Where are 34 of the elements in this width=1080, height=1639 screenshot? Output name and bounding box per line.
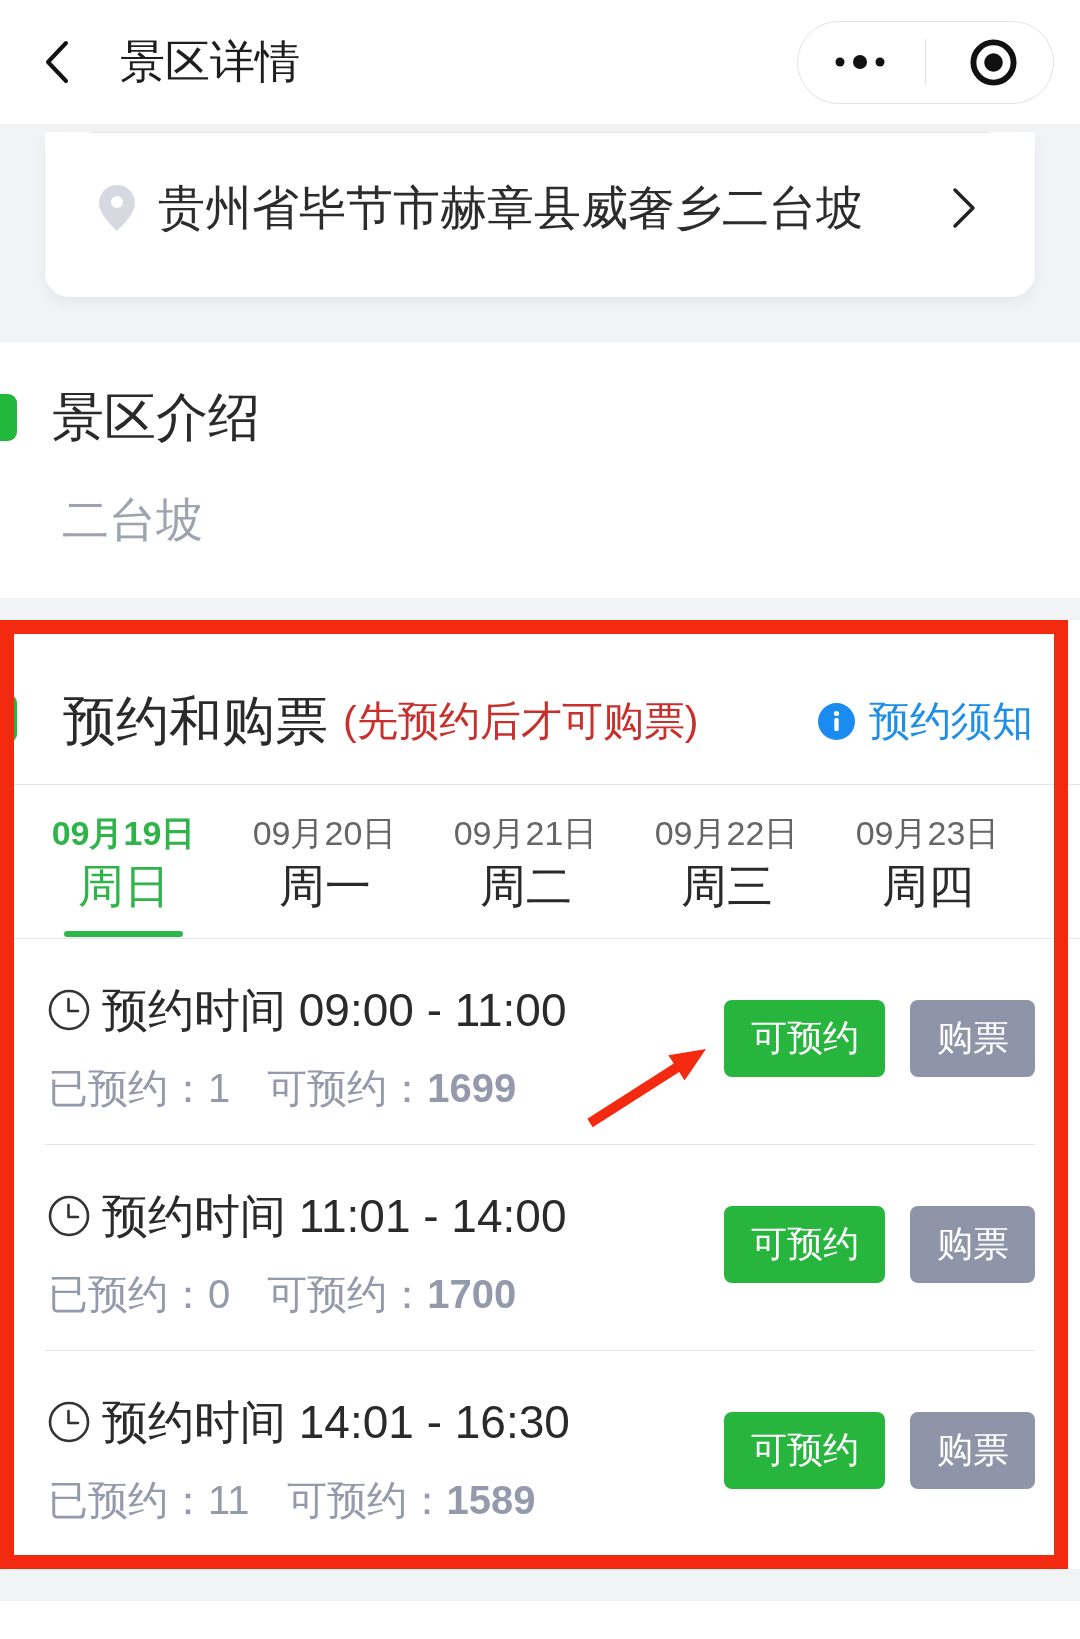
page-title: 景区详情 [120,35,300,89]
date-tab[interactable]: 09月23日 周四 [827,785,1028,938]
clock-icon [48,989,90,1031]
intro-text: 二台坡 [62,492,203,548]
slot-time: 预约时间 14:01 - 16:30 [102,1395,570,1450]
slot-time: 预约时间 11:01 - 14:00 [102,1189,567,1244]
booked-count: 已预约：11 [48,1477,250,1524]
back-icon[interactable] [44,40,70,84]
info-icon [818,703,855,740]
available-count: 可预约：1700 [267,1271,517,1318]
available-count: 可预约：1699 [267,1065,517,1112]
location-pin-icon [98,184,136,232]
section-marker [0,393,17,441]
more-icon[interactable] [835,55,885,69]
address-text[interactable]: 贵州省毕节市赫章县威奢乡二台坡 [158,179,863,237]
date-tab[interactable]: 09月19日 周日 [23,785,224,938]
clock-icon [48,1401,90,1443]
reserve-button[interactable]: 可预约 [724,1000,885,1077]
booked-count: 已预约：1 [48,1065,231,1112]
slot-time: 预约时间 09:00 - 11:00 [102,983,567,1038]
reserve-button[interactable]: 可预约 [724,1206,885,1283]
date-tab[interactable]: 09月21日 周二 [425,785,626,938]
target-icon[interactable] [970,38,1017,86]
section-title: 预约和购票 [63,692,328,750]
clock-icon [48,1195,90,1237]
booked-count: 已预约：0 [48,1271,231,1318]
date-tab[interactable]: 09月22日 周三 [626,785,827,938]
section-title: 景区介绍 [52,389,260,445]
date-tab[interactable]: 09月20日 周一 [224,785,425,938]
booking-notice-link[interactable]: 预约须知 [869,692,1033,750]
booking-note: (先预约后才可购票) [343,697,699,746]
reserve-button[interactable]: 可预约 [724,1412,885,1489]
available-count: 可预约：1589 [286,1477,536,1524]
chevron-right-icon[interactable] [952,187,976,229]
